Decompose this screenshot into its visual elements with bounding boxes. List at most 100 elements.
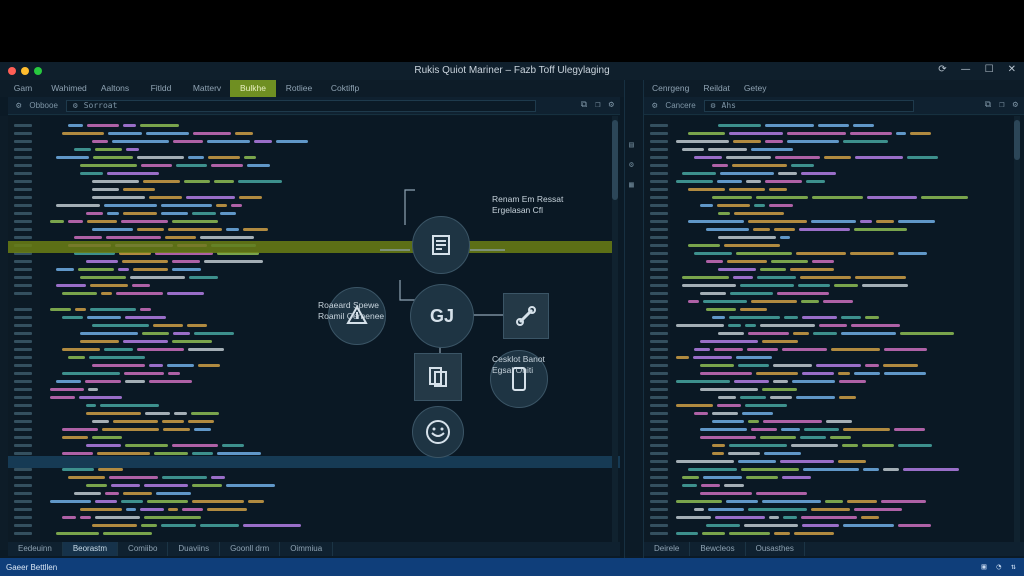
menu-item[interactable]: Coktiflp — [322, 80, 368, 97]
code-token — [80, 164, 137, 167]
code-token — [700, 340, 758, 343]
left-scrollbar[interactable] — [612, 116, 618, 542]
sync-icon[interactable]: ⇅ — [1011, 562, 1016, 571]
split-icon[interactable]: ⧉ — [985, 100, 991, 110]
line-number — [650, 404, 668, 407]
code-token — [188, 420, 214, 423]
gear-icon[interactable]: ⚙ — [16, 101, 21, 111]
code-token — [862, 444, 894, 447]
code-token — [50, 396, 75, 399]
right-scrollbar[interactable] — [1014, 116, 1020, 542]
restore-icon[interactable]: ⟳ — [938, 64, 946, 75]
bell-icon[interactable]: ◔ — [996, 562, 1001, 571]
code-token — [718, 212, 730, 215]
code-token — [718, 236, 776, 239]
link-icon[interactable] — [503, 293, 549, 339]
code-token — [818, 124, 849, 127]
right-menu-item[interactable]: Cenrgeng — [644, 80, 695, 97]
panel-tab[interactable]: Duaviins — [168, 542, 221, 556]
minimize-icon[interactable]: — — [961, 64, 971, 75]
code-token — [56, 532, 99, 535]
code-token — [92, 140, 108, 143]
code-editor-right[interactable] — [644, 116, 1014, 542]
notification-icon[interactable]: ▣ — [982, 562, 987, 571]
code-token — [200, 524, 239, 527]
menu-item[interactable]: Rotliee — [276, 80, 322, 97]
code-token — [239, 196, 262, 199]
panel-tab[interactable]: Bewcleos — [690, 542, 746, 556]
menu-item-active[interactable]: Bulkhe — [230, 80, 276, 97]
panel-tab[interactable]: Eedeuinn — [8, 542, 63, 556]
panel-tab[interactable]: Goonll drm — [220, 542, 281, 556]
menu-item[interactable]: Aaltons — [92, 80, 138, 97]
menu-item[interactable]: Fitldd — [138, 80, 184, 97]
pane-divider[interactable]: ▤ ⚙ ▦ — [624, 80, 644, 558]
code-token — [898, 252, 927, 255]
code-token — [896, 132, 906, 135]
gear-icon[interactable]: ⚙ — [652, 101, 657, 111]
code-token — [756, 372, 798, 375]
panel-tab[interactable]: Deirele — [644, 542, 691, 556]
code-token — [706, 260, 723, 263]
settings-icon[interactable]: ⚙ — [1013, 100, 1018, 110]
scrollbar-thumb[interactable] — [612, 120, 618, 200]
status-bar: Gaeer Bettllen ▣ ◔ ⇅ — [0, 558, 1024, 576]
code-token — [883, 468, 899, 471]
code-token — [192, 212, 216, 215]
search-input-value: Sorroat — [83, 101, 118, 110]
search-input[interactable]: ⚙ Sorroat — [65, 99, 536, 112]
panel-tab[interactable]: Comiibo — [118, 542, 169, 556]
layout-icon[interactable]: ▦ — [629, 180, 634, 189]
code-token — [153, 324, 183, 327]
file-stack-icon[interactable] — [414, 353, 462, 401]
code-token — [74, 236, 102, 239]
menu-item[interactable]: Matterv — [184, 80, 230, 97]
code-token — [123, 212, 157, 215]
line-number — [14, 404, 32, 407]
globe-face-icon[interactable] — [412, 406, 464, 458]
code-token — [145, 412, 170, 415]
code-token — [774, 532, 790, 535]
code-token — [792, 380, 835, 383]
right-menu-item[interactable]: Reildat — [695, 80, 735, 97]
settings-icon: ⚙ — [72, 101, 78, 110]
scrollbar-thumb[interactable] — [1014, 120, 1020, 160]
panel-tab[interactable]: Oimmiua — [280, 542, 334, 556]
gj-hub[interactable]: GJ — [410, 284, 474, 348]
document-icon[interactable] — [412, 216, 470, 274]
collapse-icon[interactable]: ▤ — [629, 140, 634, 149]
code-token — [700, 436, 756, 439]
line-number — [14, 268, 32, 271]
code-token — [162, 420, 184, 423]
copy-icon[interactable]: ❐ — [999, 100, 1004, 110]
panel-tab-active[interactable]: Beorastm — [62, 542, 119, 556]
search-input[interactable]: ⚙ Ahs — [703, 99, 914, 112]
settings-icon[interactable]: ⚙ — [629, 160, 634, 169]
code-token — [883, 364, 918, 367]
code-token — [92, 228, 133, 231]
code-token — [729, 444, 787, 447]
code-token — [688, 188, 725, 191]
copy-icon[interactable]: ❐ — [595, 100, 600, 110]
line-number — [14, 148, 32, 151]
close-icon[interactable]: ✕ — [1008, 64, 1016, 75]
code-token — [802, 316, 837, 319]
code-token — [172, 268, 201, 271]
code-token — [726, 500, 758, 503]
line-number — [14, 436, 32, 439]
code-token — [812, 260, 834, 263]
settings-icon[interactable]: ⚙ — [609, 100, 614, 110]
menu-item[interactable]: Gam — [0, 80, 46, 97]
code-token — [826, 420, 852, 423]
code-token — [783, 516, 797, 519]
maximize-icon[interactable]: ☐ — [985, 64, 994, 75]
title-bar: Rukis Quiot Mariner – Fazb Toff Ulegylag… — [0, 62, 1024, 80]
code-token — [850, 252, 894, 255]
code-token — [92, 188, 119, 191]
line-number — [14, 180, 32, 183]
split-icon[interactable]: ⧉ — [581, 100, 587, 110]
right-menu-item[interactable]: Getey — [736, 80, 773, 97]
menu-item[interactable]: Wahimed — [46, 80, 92, 97]
code-token — [676, 324, 724, 327]
panel-tab[interactable]: Ousasthes — [746, 542, 805, 556]
